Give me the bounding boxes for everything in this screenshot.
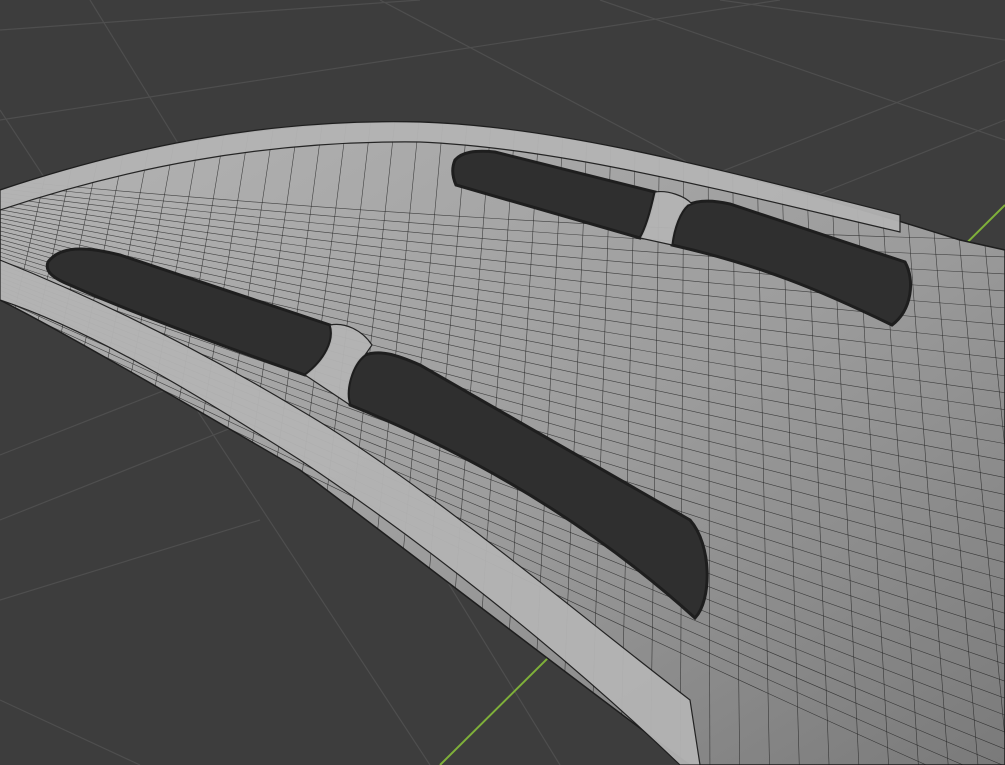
- hood-scoop-mesh[interactable]: [0, 110, 1005, 765]
- floor-grid-line: [0, 519, 261, 601]
- 3d-viewport[interactable]: [0, 0, 1005, 765]
- floor-grid-line: [599, 0, 1005, 141]
- floor-grid-line: [0, 699, 141, 765]
- floor-grid-line: [0, 0, 421, 31]
- floor-grid-line: [719, 0, 1005, 41]
- viewport-canvas[interactable]: [0, 0, 1005, 765]
- floor-grid-line: [0, 0, 781, 121]
